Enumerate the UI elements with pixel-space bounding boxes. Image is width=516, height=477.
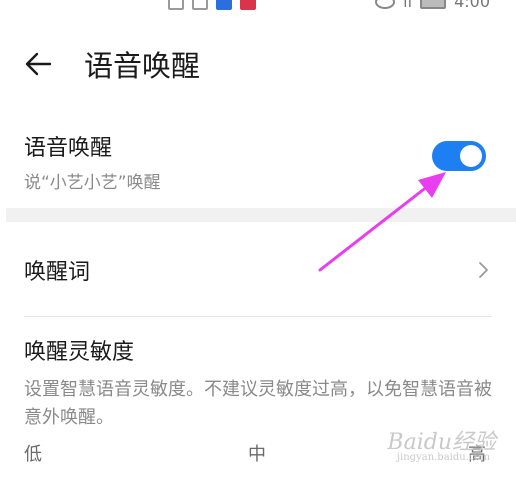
section-divider [6,208,516,222]
voice-wake-toggle[interactable] [432,141,486,171]
sensitivity-section: 唤醒灵敏度 设置智慧语音灵敏度。不建议灵敏度过高，以免智慧语音被意外唤醒。 [24,334,492,432]
header: 语音唤醒 [24,44,200,84]
voice-wake-title: 语音唤醒 [24,136,113,161]
back-arrow-icon [25,52,52,76]
sensitivity-title: 唤醒灵敏度 [24,340,135,365]
wake-word-title: 唤醒词 [24,260,91,285]
row-divider [24,316,492,317]
app-notification-icon [216,0,232,10]
baidu-watermark: Baidu经验 jingyan.baidu.com [387,424,496,463]
app-notification-red-icon [240,0,256,10]
toggle-knob [460,145,482,167]
sim-icon [168,0,184,10]
notification-icon [192,0,208,10]
status-icons-left [168,0,256,10]
battery-icon [420,0,447,9]
status-time: 4:00 [454,0,490,11]
back-button[interactable] [24,50,52,78]
voice-wake-subtitle: 说“小艺小艺”唤醒 [24,173,161,193]
slider-label-mid: 中 [248,444,266,465]
voice-wake-row: 语音唤醒 说“小艺小艺”唤醒 [24,130,492,193]
slider-label-low: 低 [24,444,42,465]
eye-comfort-icon [375,0,396,9]
chevron-right-icon [479,262,488,278]
signal-icon: ıl [403,0,413,11]
watermark-sub: jingyan.baidu.com [396,452,490,463]
status-bar: ıl 4:00 [0,0,516,16]
status-icons-right: ıl 4:00 [375,0,490,11]
wake-word-row[interactable]: 唤醒词 [24,240,492,300]
page-title: 语音唤醒 [84,49,201,83]
